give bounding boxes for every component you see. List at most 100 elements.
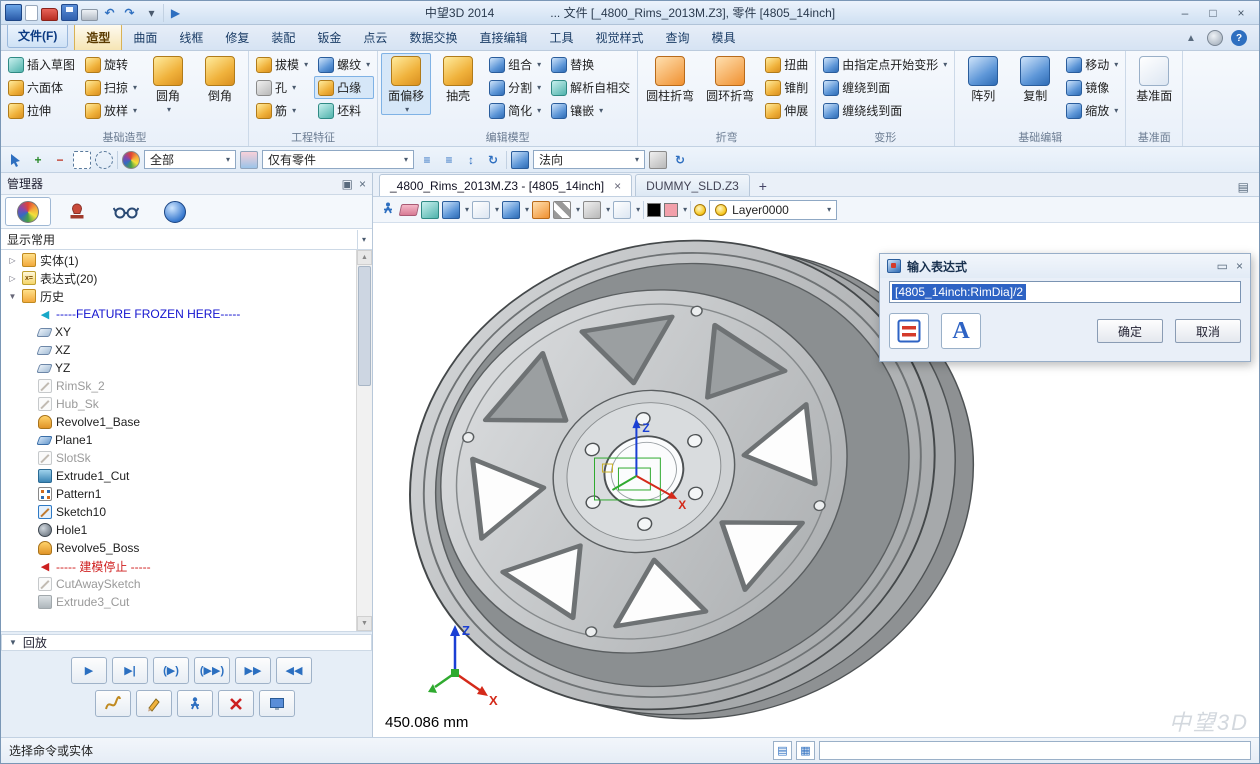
document-tab[interactable]: _4800_Rims_2013M.Z3 - [4805_14inch] × xyxy=(379,174,632,196)
dialog-comment-icon[interactable]: ▭ xyxy=(1217,259,1228,273)
open-file-icon[interactable] xyxy=(41,8,58,21)
viewport[interactable]: Z X Z X xyxy=(373,223,1259,737)
help-icon[interactable]: ? xyxy=(1231,30,1247,46)
constraint-icon[interactable] xyxy=(649,151,667,169)
color-palette-icon[interactable] xyxy=(122,151,140,169)
play-icon[interactable]: ▶ xyxy=(167,4,184,21)
status-grid-icon[interactable]: ▦ xyxy=(796,741,815,760)
texture-icon[interactable] xyxy=(553,201,571,219)
pencil-button[interactable] xyxy=(136,690,172,717)
replay-header[interactable]: ▼ 回放 xyxy=(1,634,372,651)
ribbon-small-button[interactable]: 旋转 xyxy=(81,53,141,76)
ribbon-big-button[interactable]: 圆环折弯 xyxy=(701,53,759,105)
tree-item[interactable]: Sketch10 xyxy=(1,503,356,521)
cancel-button[interactable]: 取消 xyxy=(1175,319,1241,343)
ribbon-small-button[interactable]: 螺纹▾ xyxy=(314,53,374,76)
ribbon-big-button[interactable]: 面偏移▾ xyxy=(381,53,431,115)
replay-step-button[interactable]: (▶) xyxy=(153,657,189,684)
expression-input[interactable]: [4805_14inch:RimDia]/2 xyxy=(889,281,1241,303)
ribbon-small-button[interactable]: 分割▾ xyxy=(485,76,545,99)
ribbon-small-button[interactable]: 镜像 xyxy=(1062,76,1122,99)
list-icon[interactable]: ≡ xyxy=(418,151,436,169)
tree-item[interactable]: Extrude1_Cut xyxy=(1,467,356,485)
ribbon-small-button[interactable]: 由指定点开始变形▾ xyxy=(819,53,951,76)
tree-item[interactable]: ▷实体(1) xyxy=(1,251,356,269)
ribbon-small-button[interactable]: 替换 xyxy=(547,53,634,76)
replay-play-button[interactable]: ▶ xyxy=(71,657,107,684)
menu-tab[interactable]: 钣金 xyxy=(306,24,352,50)
ribbon-small-button[interactable]: 坯料 xyxy=(314,99,374,122)
list-all-icon[interactable]: ≡ xyxy=(440,151,458,169)
ribbon-small-button[interactable]: 缩放▾ xyxy=(1062,99,1122,122)
ribbon-small-button[interactable]: 镶嵌▾ xyxy=(547,99,634,122)
status-input[interactable] xyxy=(819,741,1251,760)
tree-item[interactable]: XY xyxy=(1,323,356,341)
scope-filter-select[interactable]: 全部 ▾ xyxy=(144,150,236,169)
manager-tab-view[interactable] xyxy=(152,197,198,226)
scroll-thumb[interactable] xyxy=(358,266,371,386)
menu-tab[interactable]: 修复 xyxy=(214,24,260,50)
tree-item[interactable]: CutAwaySketch xyxy=(1,575,356,593)
replay-forward-button[interactable]: ▶▶ xyxy=(235,657,271,684)
manager-tab-visibility[interactable] xyxy=(103,197,149,226)
ribbon-small-button[interactable]: 移动▾ xyxy=(1062,53,1122,76)
ribbon-big-button[interactable]: 圆柱折弯 xyxy=(641,53,699,105)
minimize-button[interactable]: – xyxy=(1171,4,1199,22)
add-selection-icon[interactable]: + xyxy=(29,151,47,169)
tree-item[interactable]: ▷表达式(20) xyxy=(1,269,356,287)
manager-tab-assembly[interactable] xyxy=(54,197,100,226)
expander-icon[interactable]: ▼ xyxy=(7,292,18,301)
ribbon-small-button[interactable]: 拔模▾ xyxy=(252,53,312,76)
regen-button[interactable] xyxy=(177,690,213,717)
menu-tab[interactable]: 点云 xyxy=(352,24,398,50)
tree-item[interactable]: ▼历史 xyxy=(1,287,356,305)
scroll-up-icon[interactable]: ▲ xyxy=(357,250,372,265)
ribbon-small-button[interactable]: 组合▾ xyxy=(485,53,545,76)
ribbon-big-button[interactable]: 抽壳 xyxy=(433,53,483,105)
redo-icon[interactable]: ↷ xyxy=(121,4,138,21)
expander-icon[interactable]: ▷ xyxy=(7,274,18,283)
tree-item[interactable]: RimSk_2 xyxy=(1,377,356,395)
ribbon-small-button[interactable]: 放样▾ xyxy=(81,99,141,122)
swap-icon[interactable]: ↕ xyxy=(462,151,480,169)
dialog-close-icon[interactable]: × xyxy=(1236,259,1243,273)
menu-tab[interactable]: 数据交换 xyxy=(398,24,468,50)
quick-access-dropdown-icon[interactable]: ▾ xyxy=(143,4,160,21)
shaded-display-icon[interactable] xyxy=(442,201,460,219)
menu-tab[interactable]: 模具 xyxy=(701,24,747,50)
tree-scrollbar[interactable]: ▲ ▼ xyxy=(356,250,372,631)
status-list-icon[interactable]: ▤ xyxy=(773,741,792,760)
eraser-icon[interactable] xyxy=(399,204,420,216)
tree-item[interactable]: Hole1 xyxy=(1,521,356,539)
tree-item[interactable]: Hub_Sk xyxy=(1,395,356,413)
tree-item[interactable]: ◀----- 建模停止 ----- xyxy=(1,557,356,575)
refresh-icon[interactable]: ↻ xyxy=(484,151,502,169)
ribbon-big-button[interactable]: 圆角▾ xyxy=(143,53,193,115)
menu-tab[interactable]: 线框 xyxy=(168,24,214,50)
normal-mode-select[interactable]: 法向 ▾ xyxy=(533,150,645,169)
filter-swatch-icon[interactable] xyxy=(240,151,258,169)
tree-filter-select[interactable]: 显示常用 ▾ xyxy=(1,229,372,250)
ribbon-small-button[interactable]: 六面体 xyxy=(4,76,79,99)
properties-icon[interactable]: ▣ xyxy=(342,177,353,191)
ribbon-small-button[interactable]: 插入草图 xyxy=(4,53,79,76)
pick-box-icon[interactable] xyxy=(73,151,91,169)
ribbon-small-button[interactable]: 扭曲 xyxy=(761,53,812,76)
ribbon-small-button[interactable]: 拉伸 xyxy=(4,99,79,122)
tree-item[interactable]: YZ xyxy=(1,359,356,377)
gear-icon[interactable] xyxy=(1207,30,1223,46)
replay-to-end-button[interactable]: ▶| xyxy=(112,657,148,684)
file-menu-button[interactable]: 文件(F) xyxy=(7,23,68,48)
rotate-view-icon[interactable]: ↻ xyxy=(671,151,689,169)
tree-item[interactable]: Revolve1_Base xyxy=(1,413,356,431)
close-tab-icon[interactable]: × xyxy=(614,179,621,193)
ribbon-small-button[interactable]: 解析自相交 xyxy=(547,76,634,99)
ribbon-big-button[interactable]: 复制 xyxy=(1010,53,1060,105)
tree-item[interactable]: Extrude3_Cut xyxy=(1,593,356,611)
layer-select[interactable]: Layer0000 ▾ xyxy=(709,200,837,220)
menu-tab[interactable]: 查询 xyxy=(655,24,701,50)
tree-item[interactable]: Pattern1 xyxy=(1,485,356,503)
edge-color-swatch[interactable] xyxy=(647,203,661,217)
document-tab[interactable]: DUMMY_SLD.Z3 xyxy=(635,174,750,196)
close-button[interactable]: × xyxy=(1227,4,1255,22)
